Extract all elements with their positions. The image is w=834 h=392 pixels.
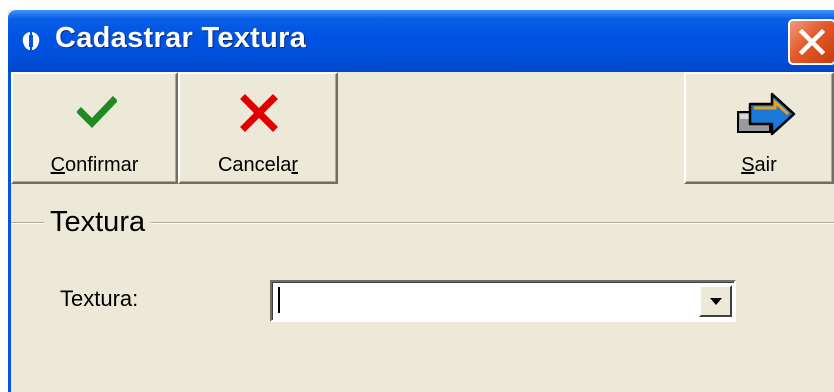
cancel-label: Cancelar bbox=[217, 154, 299, 176]
cancel-accel-char: r bbox=[291, 154, 299, 176]
dropdown-button[interactable] bbox=[699, 285, 732, 317]
close-icon bbox=[798, 28, 826, 56]
cancel-button[interactable]: Cancelar bbox=[178, 72, 338, 184]
confirm-button[interactable]: Confirmar bbox=[11, 72, 178, 184]
chevron-down-icon bbox=[710, 298, 722, 305]
close-button[interactable] bbox=[788, 19, 834, 65]
textura-combobox[interactable] bbox=[270, 280, 736, 322]
exit-label: Sair bbox=[741, 154, 777, 176]
app-icon bbox=[22, 32, 40, 50]
title-bar[interactable]: Cadastrar Textura bbox=[8, 10, 834, 72]
textura-input[interactable] bbox=[278, 287, 660, 313]
textura-label: Textura: bbox=[60, 286, 139, 311]
exit-accel-char: S bbox=[741, 154, 755, 176]
exit-button[interactable]: Sair bbox=[684, 72, 834, 184]
confirm-label: Confirmar bbox=[50, 154, 139, 176]
window-title: Cadastrar Textura bbox=[55, 22, 307, 54]
checkmark-icon bbox=[77, 96, 117, 128]
confirm-accel-char: C bbox=[50, 154, 66, 176]
exit-arrow-icon bbox=[737, 92, 796, 136]
group-title: Textura bbox=[44, 206, 152, 239]
window: Cadastrar Textura Confirmar Cancelar Sai… bbox=[8, 10, 834, 392]
x-icon bbox=[240, 94, 278, 132]
